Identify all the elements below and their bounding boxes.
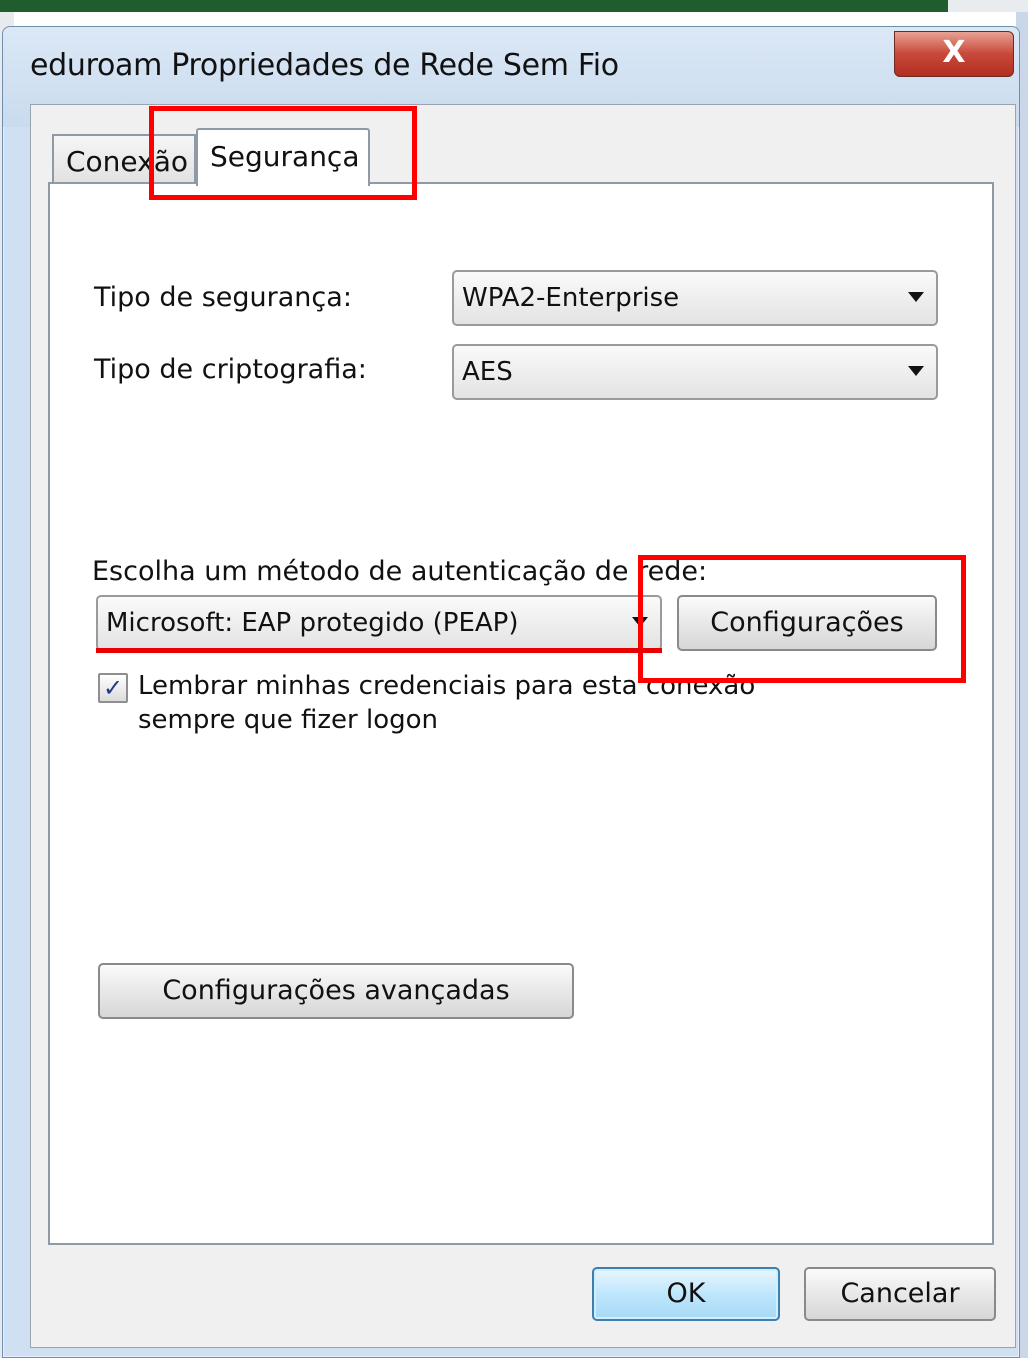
remember-credentials-label-line2: sempre que fizer logon: [138, 705, 438, 735]
close-button[interactable]: X: [894, 31, 1014, 77]
tab-seguranca[interactable]: Segurança: [196, 128, 370, 186]
tab-conexao[interactable]: Conexão: [52, 134, 196, 184]
chevron-down-icon: [632, 617, 648, 627]
close-icon: X: [942, 35, 966, 70]
encryption-type-select[interactable]: AES: [452, 344, 938, 400]
security-type-select[interactable]: WPA2-Enterprise: [452, 270, 938, 326]
background-top-bar-right: [948, 0, 1028, 12]
chevron-down-icon: [908, 292, 924, 302]
encryption-type-label: Tipo de criptografia:: [94, 354, 367, 385]
advanced-settings-button[interactable]: Configurações avançadas: [98, 963, 574, 1019]
security-type-label: Tipo de segurança:: [94, 282, 352, 313]
checkmark-icon: ✓: [102, 674, 124, 702]
background-top-bar: [0, 0, 1028, 12]
auth-settings-button[interactable]: Configurações: [677, 595, 937, 651]
encryption-type-value: AES: [462, 357, 513, 387]
dialog-title: eduroam Propriedades de Rede Sem Fio: [30, 48, 619, 83]
security-type-value: WPA2-Enterprise: [462, 283, 680, 313]
remember-credentials-label-line1: Lembrar minhas credenciais para esta con…: [138, 671, 756, 701]
auth-method-label: Escolha um método de autenticação de red…: [92, 556, 708, 587]
auth-method-select[interactable]: Microsoft: EAP protegido (PEAP): [96, 595, 662, 651]
ok-button[interactable]: OK: [592, 1267, 780, 1321]
chevron-down-icon: [908, 366, 924, 376]
remember-credentials-checkbox[interactable]: ✓: [98, 673, 128, 703]
cancel-button[interactable]: Cancelar: [804, 1267, 996, 1321]
auth-method-value: Microsoft: EAP protegido (PEAP): [106, 608, 519, 638]
highlight-underline-auth-method: [96, 648, 662, 653]
